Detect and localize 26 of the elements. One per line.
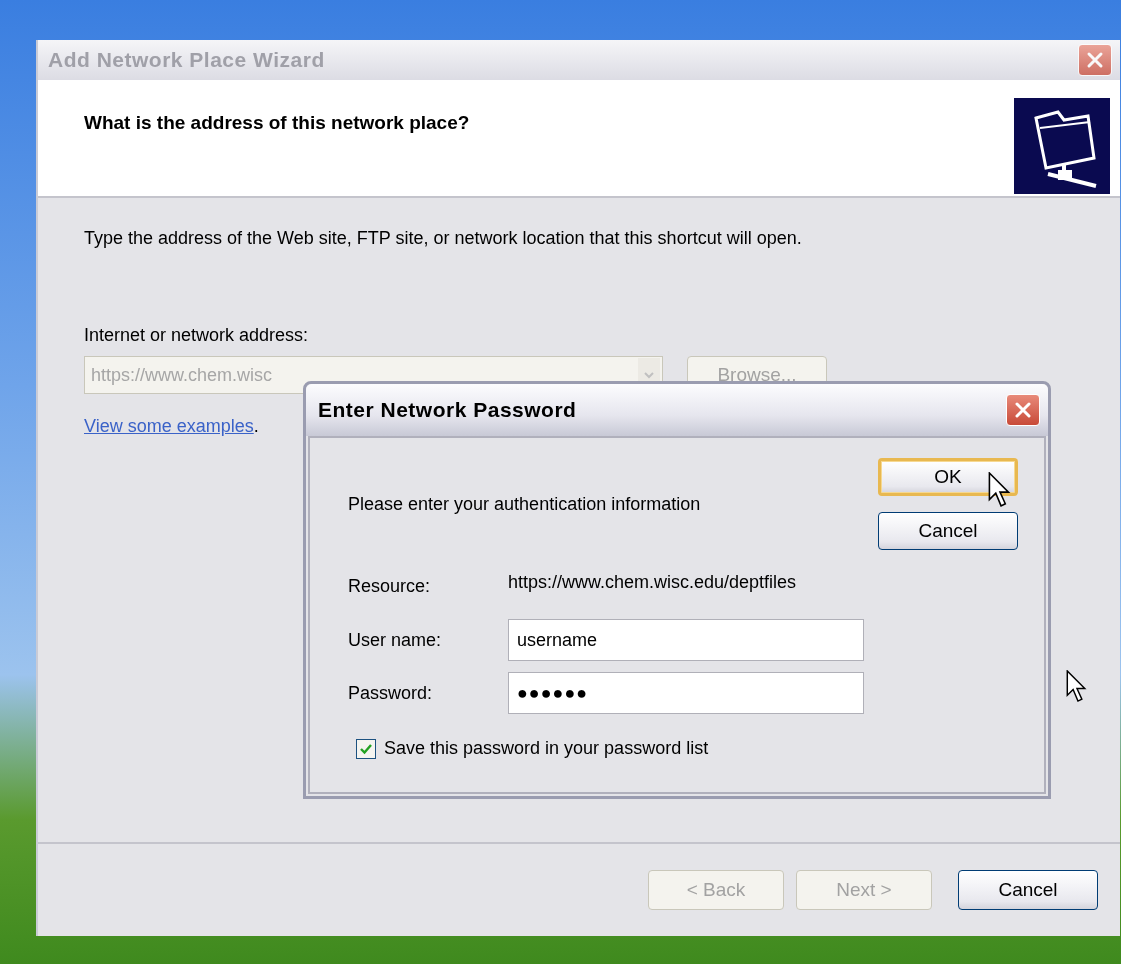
dialog-button[interactable]: Cancel [878,512,1018,550]
password-label: Password: [348,682,434,704]
password-field[interactable]: ●●●●●● [508,672,864,714]
close-icon [1085,50,1105,70]
chevron-down-icon [644,370,654,380]
save-password-label: Save this password in your password list [384,738,709,759]
username-field[interactable]: username [508,619,864,661]
examples-link[interactable]: View some examples [84,416,254,436]
prompt-text: Please enter your authentication information [348,493,701,515]
resource-label: Resource: [348,576,432,597]
username-label: User name: [348,629,443,651]
mouse-pointer-icon [1066,670,1088,703]
save-password-checkbox[interactable] [356,738,376,759]
mouse-pointer-icon [988,472,1012,508]
close-icon [1013,400,1033,420]
dialog-button[interactable]: OK [878,458,1018,496]
resource-url: https://www.chem.wisc.edu/deptfiles [508,572,797,593]
dialog-title: Enter Network Password [318,398,577,422]
address-label: Internet or network address: [84,325,310,346]
wizard-button[interactable]: Cancel [958,870,1098,910]
close-button[interactable] [1078,44,1112,76]
close-button[interactable] [1006,394,1040,426]
window-title: Add Network Place Wizard [48,48,325,72]
network-folder-icon [1014,98,1110,194]
wizard-heading: What is the address of this network place? [84,112,470,135]
instruction-text: Type the address of the Web site, FTP site, or network location that this shortcut will open. [84,228,803,249]
